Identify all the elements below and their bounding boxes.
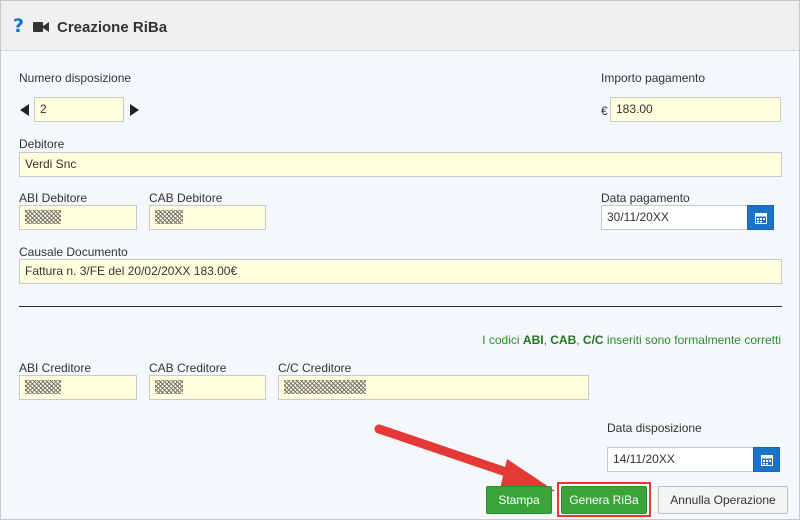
calendar-icon [755,213,767,224]
causale-documento-field[interactable]: Fattura n. 3/FE del 20/02/20XX 183.00€ [19,259,782,284]
data-disposizione-label: Data disposizione [607,421,702,435]
abi-creditore-label: ABI Creditore [19,361,92,375]
riba-window: ? Creazione RiBa Numero disposizione 2 I… [0,0,800,520]
abi-debitore-label: ABI Debitore [19,191,88,205]
cab-debitore-label: CAB Debitore [149,191,223,205]
title-bar: ? Creazione RiBa [1,1,799,51]
validation-cc: C/C [582,333,604,347]
calendar-icon [761,455,773,466]
cab-creditore-label: CAB Creditore [149,361,227,375]
abi-creditore-field[interactable] [19,375,137,400]
video-camera-icon[interactable] [33,21,49,33]
genera-riba-button[interactable]: Genera RiBa [561,486,647,514]
validation-cab: CAB [550,333,577,347]
cc-creditore-label: C/C Creditore [278,361,352,375]
cab-creditore-field[interactable] [149,375,266,400]
data-pagamento-label: Data pagamento [601,191,690,205]
debitore-field[interactable]: Verdi Snc [19,152,782,177]
debitore-label: Debitore [19,137,65,151]
window-title: Creazione RiBa [57,19,168,36]
currency-symbol: € [601,104,608,118]
help-icon[interactable]: ? [13,15,24,37]
stampa-button[interactable]: Stampa [486,486,552,514]
masked-value [25,380,61,394]
numero-disposizione-label: Numero disposizione [19,71,132,85]
validation-prefix: I codici [482,333,523,347]
data-pagamento-field[interactable]: 30/11/20XX [601,205,749,230]
abi-debitore-field[interactable] [19,205,137,230]
cab-debitore-field[interactable] [149,205,266,230]
importo-pagamento-label: Importo pagamento [601,71,706,85]
masked-value [284,380,366,394]
data-pagamento-calendar-button[interactable] [747,205,774,230]
numero-disposizione-field[interactable]: 2 [34,97,124,122]
importo-pagamento-field[interactable]: 183.00 [610,97,781,122]
next-arrow-icon[interactable] [130,104,139,116]
data-disposizione-calendar-button[interactable] [753,447,780,472]
validation-message: I codici ABI, CAB, C/C inseriti sono for… [482,333,781,347]
data-disposizione-field[interactable]: 14/11/20XX [607,447,754,472]
masked-value [155,380,183,394]
section-divider [19,306,782,307]
masked-value [25,210,61,224]
causale-documento-label: Causale Documento [19,245,128,259]
validation-abi: ABI [522,333,544,347]
annulla-operazione-button[interactable]: Annulla Operazione [658,486,788,514]
cc-creditore-field[interactable] [278,375,589,400]
validation-suffix: inseriti sono formalmente corretti [603,333,781,347]
masked-value [155,210,183,224]
previous-arrow-icon[interactable] [20,104,29,116]
validation-separator: , [576,333,583,347]
